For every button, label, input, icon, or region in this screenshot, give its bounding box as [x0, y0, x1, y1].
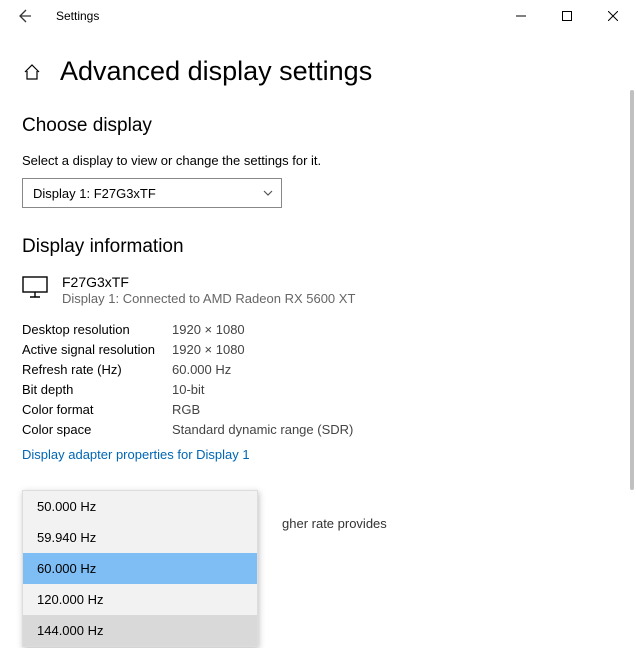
page-header: Advanced display settings — [22, 56, 614, 87]
refresh-rate-option[interactable]: 60.000 Hz — [23, 553, 257, 584]
info-value: Standard dynamic range (SDR) — [172, 422, 614, 437]
arrow-left-icon — [16, 8, 32, 24]
minimize-icon — [516, 11, 526, 21]
display-dropdown[interactable]: Display 1: F27G3xTF — [22, 178, 282, 208]
info-label: Bit depth — [22, 382, 172, 397]
refresh-rate-option[interactable]: 50.000 Hz — [23, 491, 257, 522]
refresh-rate-option[interactable]: 59.940 Hz — [23, 522, 257, 553]
close-button[interactable] — [590, 0, 636, 32]
display-information-heading: Display information — [22, 236, 614, 258]
close-icon — [608, 11, 618, 21]
display-adapter-link[interactable]: Display adapter properties for Display 1 — [22, 447, 614, 462]
info-value: 1920 × 1080 — [172, 322, 614, 337]
display-connection: Display 1: Connected to AMD Radeon RX 56… — [62, 291, 355, 306]
home-icon — [23, 63, 41, 81]
maximize-button[interactable] — [544, 0, 590, 32]
choose-display-subtext: Select a display to view or change the s… — [22, 153, 614, 168]
info-label: Refresh rate (Hz) — [22, 362, 172, 377]
maximize-icon — [562, 11, 572, 21]
window-controls — [498, 0, 636, 32]
page-title: Advanced display settings — [60, 56, 372, 87]
home-button[interactable] — [22, 62, 42, 82]
info-label: Active signal resolution — [22, 342, 172, 357]
window-title: Settings — [56, 9, 99, 23]
display-name: F27G3xTF — [62, 274, 355, 290]
info-label: Color format — [22, 402, 172, 417]
display-dropdown-value: Display 1: F27G3xTF — [33, 186, 156, 201]
content: Advanced display settings Choose display… — [0, 32, 636, 531]
chevron-down-icon — [263, 187, 273, 199]
monitor-icon — [22, 276, 48, 306]
scrollbar[interactable] — [630, 90, 634, 490]
refresh-rate-option[interactable]: 144.000 Hz — [23, 615, 257, 646]
choose-display-heading: Choose display — [22, 115, 614, 137]
info-label: Desktop resolution — [22, 322, 172, 337]
info-value: RGB — [172, 402, 614, 417]
refresh-rate-dropdown-list[interactable]: 50.000 Hz 59.940 Hz 60.000 Hz 120.000 Hz… — [22, 490, 258, 647]
info-value: 10-bit — [172, 382, 614, 397]
info-value: 60.000 Hz — [172, 362, 614, 377]
refresh-rate-option[interactable]: 120.000 Hz — [23, 584, 257, 615]
titlebar: Settings — [0, 0, 636, 32]
display-info-table: Desktop resolution1920 × 1080 Active sig… — [22, 322, 614, 437]
choose-display-section: Choose display Select a display to view … — [22, 115, 614, 208]
info-value: 1920 × 1080 — [172, 342, 614, 357]
display-information-section: Display information F27G3xTF Display 1: … — [22, 236, 614, 462]
minimize-button[interactable] — [498, 0, 544, 32]
back-button[interactable] — [8, 0, 40, 32]
info-label: Color space — [22, 422, 172, 437]
